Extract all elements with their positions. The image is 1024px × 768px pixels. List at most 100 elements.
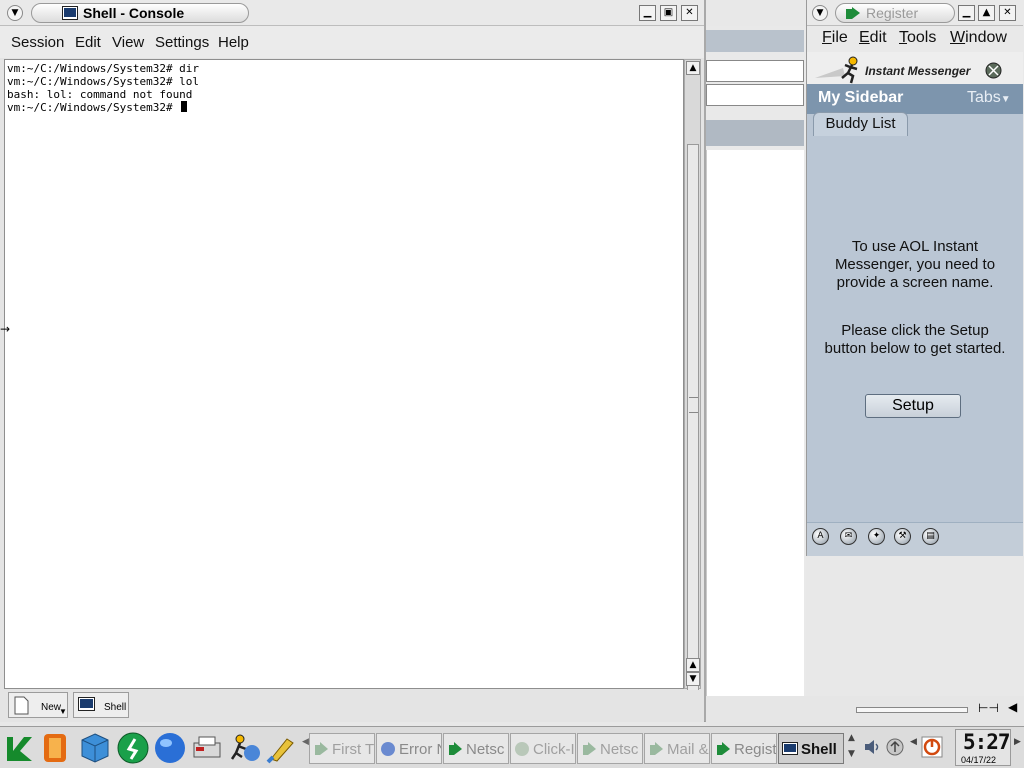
globe-icon: [381, 742, 395, 756]
scrollbar-thumb[interactable]: [687, 144, 699, 716]
task-mail[interactable]: Mail &: [644, 733, 710, 764]
browser-toolbar-strip: [706, 30, 804, 52]
netscape-logo-icon: [650, 742, 663, 755]
setup-message-line: provide a screen name.: [836, 274, 994, 291]
task-shell[interactable]: Shell: [778, 733, 844, 764]
tray-collapse-icon[interactable]: ◀: [910, 737, 917, 747]
scroll-up-small-arrow-icon[interactable]: ▲: [686, 658, 700, 672]
buddy-list-panel: [807, 114, 1023, 526]
terminal-prompt: vm:~/C:/Windows/System32#: [7, 101, 180, 114]
taskbar: ◀ First T Error N Netsc Click-I Netsc Ma…: [0, 726, 1024, 768]
task-first[interactable]: First T: [309, 733, 375, 764]
close-button[interactable]: ✕: [999, 5, 1016, 21]
console-title: Shell - Console: [83, 5, 185, 21]
aim-status-icon[interactable]: [985, 62, 1002, 79]
new-tab-label: New: [41, 702, 62, 713]
menu-tools[interactable]: Tools: [899, 29, 936, 47]
menu-session[interactable]: Session: [11, 34, 64, 51]
scroll-up-arrow-icon[interactable]: ▲: [686, 61, 700, 75]
task-netscape[interactable]: Netsc: [443, 733, 509, 764]
menu-edit[interactable]: Edit: [75, 34, 101, 51]
task-click[interactable]: Click-I: [510, 733, 576, 764]
logout-icon[interactable]: [921, 736, 943, 758]
task-scroll-down-icon[interactable]: ▼: [848, 749, 855, 759]
task-scroll-up-icon[interactable]: ▲: [848, 733, 855, 743]
shell-tab-label: Shell: [104, 702, 127, 713]
maximize-button[interactable]: ▲: [978, 5, 995, 21]
mouse-pointer-icon: →: [0, 322, 11, 336]
terminal-output[interactable]: vm:~/C:/Windows/System32# dir vm:~/C:/Wi…: [4, 59, 684, 689]
cube-icon[interactable]: [78, 731, 112, 765]
expand-arrow-icon[interactable]: ◀: [1008, 700, 1017, 714]
aim-runner-icon: [815, 56, 858, 84]
minimize-button[interactable]: ▁: [958, 5, 975, 21]
text-cursor: [181, 101, 188, 112]
task-label: Regist: [734, 741, 777, 758]
setup-message-line: To use AOL Instant: [851, 238, 979, 255]
globe-icon[interactable]: [153, 731, 187, 765]
browser-header-bar: [706, 120, 804, 146]
wrench-icon[interactable]: ⚒: [894, 528, 911, 545]
network-icon[interactable]: [885, 737, 905, 757]
speaker-icon[interactable]: [862, 737, 882, 757]
scroll-grip-icon: [689, 397, 698, 413]
minimize-button[interactable]: ▁: [639, 5, 656, 21]
paintbrush-icon[interactable]: [265, 731, 299, 765]
tabs-dropdown[interactable]: Tabs▼: [967, 89, 1011, 107]
aim-titlebar[interactable]: ▼ Register ▁ ▲ ✕: [807, 0, 1023, 26]
lifebuoy-icon[interactable]: [38, 731, 72, 765]
task-netscape-2[interactable]: Netsc: [577, 733, 643, 764]
browser-content[interactable]: [706, 150, 804, 726]
aim-buddy-icon[interactable]: [228, 731, 262, 765]
horizontal-slider[interactable]: [856, 707, 968, 713]
terminal-line: vm:~/C:/Windows/System32# dir: [7, 62, 200, 75]
setup-message-line: Messenger, you need to: [834, 256, 996, 273]
task-scroll-left-icon[interactable]: ◀: [302, 737, 309, 747]
tab-buddy-list[interactable]: Buddy List: [813, 112, 908, 136]
task-error[interactable]: Error N: [376, 733, 442, 764]
vertical-scrollbar[interactable]: ▲ ▲ ▼: [684, 59, 701, 716]
menu-edit[interactable]: Edit: [859, 29, 887, 47]
aim-title-pill: Register: [835, 3, 955, 23]
aim-icon[interactable]: A: [812, 528, 829, 545]
console-titlebar[interactable]: ▼ Shell - Console ▁ ▣ ✕: [0, 0, 704, 26]
aim-runner-icon[interactable]: [116, 731, 150, 765]
menu-file[interactable]: File: [822, 29, 848, 47]
aim-icon: [515, 742, 529, 756]
terminal-icon: [62, 6, 78, 20]
kde-menu-icon[interactable]: [2, 731, 36, 765]
shell-session-tab[interactable]: Shell: [73, 692, 129, 718]
menu-view[interactable]: View: [112, 34, 144, 51]
aim-title: Register: [866, 5, 919, 21]
printer-icon[interactable]: [190, 731, 224, 765]
chat-icon[interactable]: ▤: [922, 528, 939, 545]
task-register[interactable]: Regist: [711, 733, 777, 764]
window-menu-icon[interactable]: ▼: [7, 5, 23, 21]
close-button[interactable]: ✕: [681, 5, 698, 21]
new-session-button[interactable]: New ▼: [8, 692, 68, 718]
task-label: Mail &: [667, 741, 709, 758]
browser-field[interactable]: [706, 84, 804, 106]
background-browser-window[interactable]: [706, 26, 806, 726]
netscape-logo-icon: [583, 742, 596, 755]
menu-window[interactable]: Window: [950, 29, 1007, 47]
taskbar-scroll-icon[interactable]: ▶: [1014, 737, 1021, 747]
terminal-line: vm:~/C:/Windows/System32# lol: [7, 75, 200, 88]
setup-button[interactable]: Setup: [865, 394, 961, 418]
session-tabbar: New ▼ Shell: [0, 690, 704, 722]
dropdown-arrow-icon[interactable]: ▼: [59, 707, 67, 716]
setup-instructions: To use AOL Instant Messenger, you need t…: [811, 238, 1019, 292]
mail-icon[interactable]: ✉: [840, 528, 857, 545]
menu-settings[interactable]: Settings: [155, 34, 209, 51]
setup-prompt-line: button below to get started.: [824, 340, 1006, 357]
menu-help[interactable]: Help: [218, 34, 249, 51]
scroll-down-arrow-icon[interactable]: ▼: [686, 672, 700, 686]
browser-field[interactable]: [706, 60, 804, 82]
terminal-icon: [78, 697, 95, 711]
sidebar-title: My Sidebar: [818, 89, 904, 106]
compass-icon[interactable]: ✦: [868, 528, 885, 545]
clock[interactable]: 5:27 04/17/22: [955, 729, 1011, 766]
maximize-button[interactable]: ▣: [660, 5, 677, 21]
window-menu-icon[interactable]: ▼: [812, 5, 828, 21]
slider-handle-icon[interactable]: ⊢⊣: [978, 701, 999, 715]
